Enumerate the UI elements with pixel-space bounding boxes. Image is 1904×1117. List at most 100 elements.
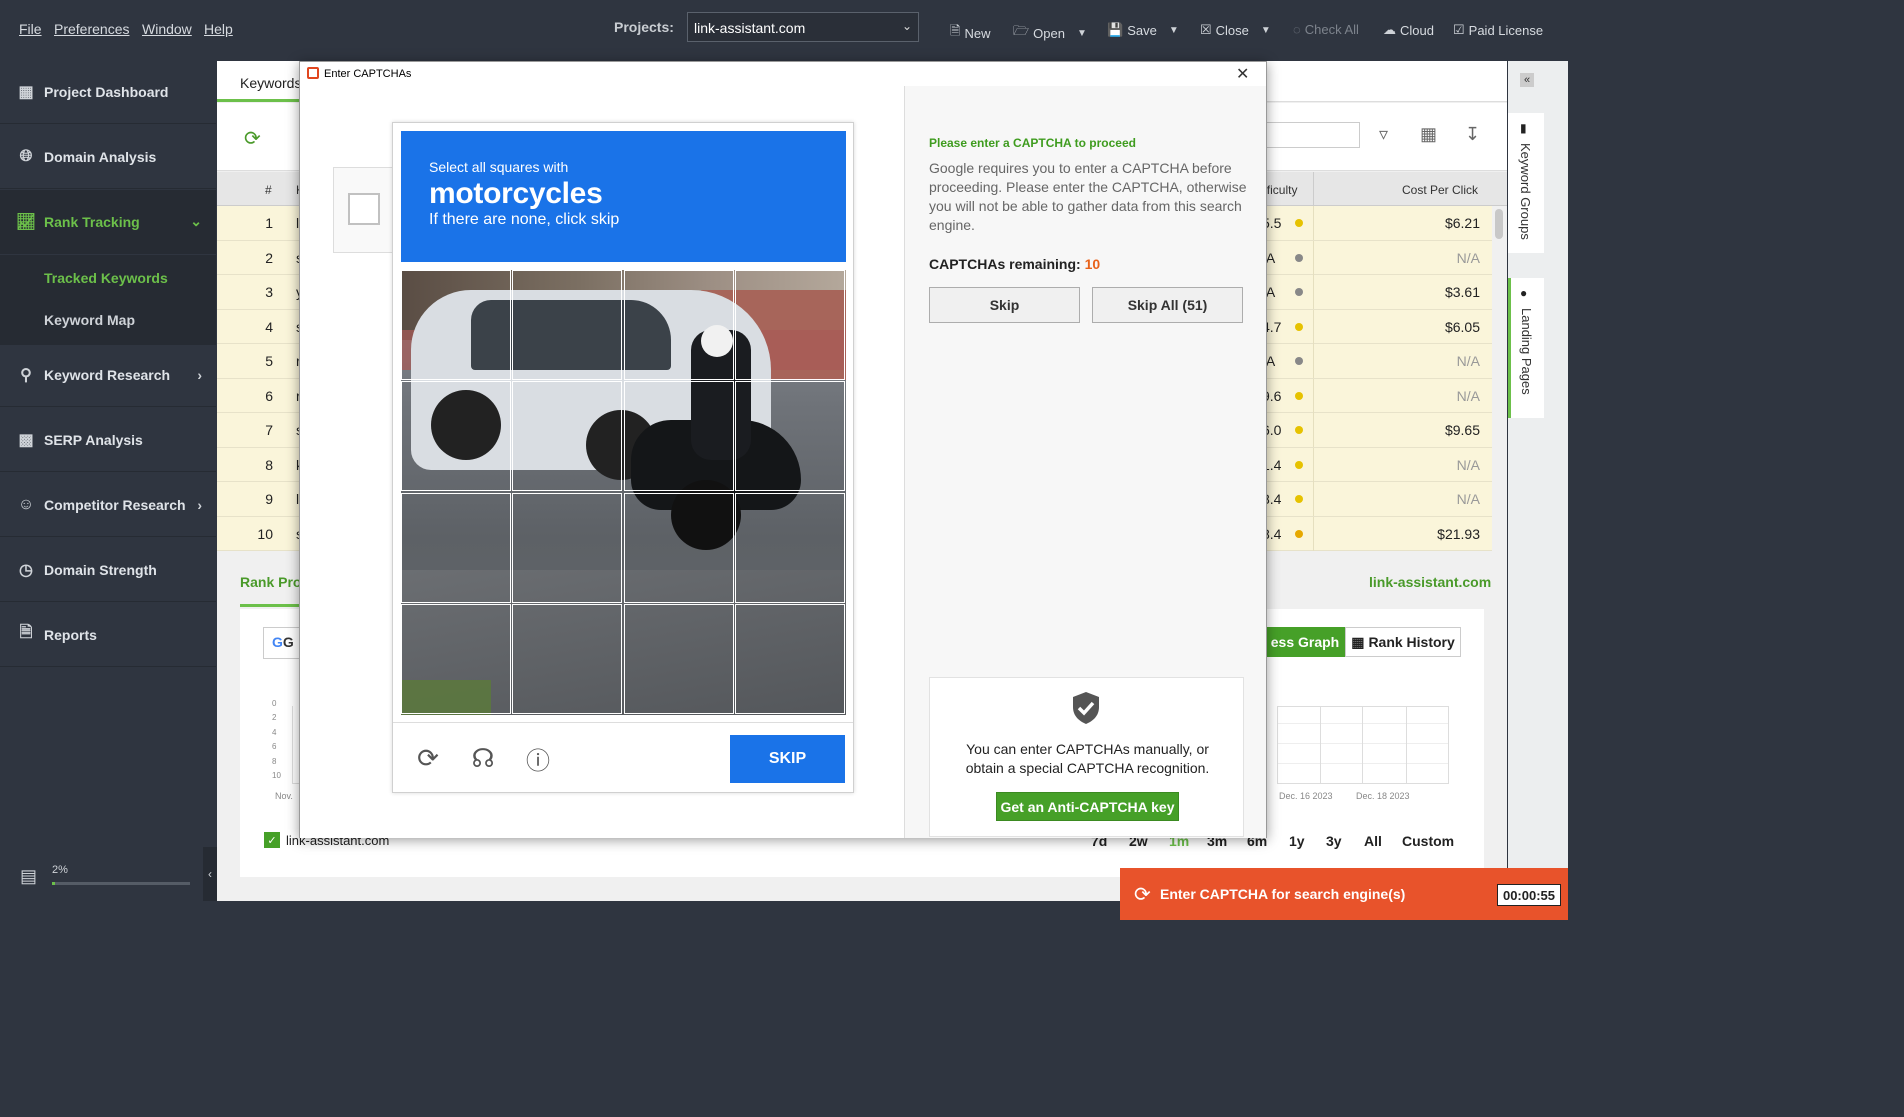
user-icon: ☺ <box>17 495 35 513</box>
close-icon[interactable]: ✕ <box>1236 64 1249 84</box>
sidebar-item-rank-tracking[interactable]: 📈︎ Rank Tracking ⌄ <box>0 190 216 254</box>
range-1y[interactable]: 1y <box>1289 833 1305 849</box>
skip-button[interactable]: Skip <box>929 287 1080 323</box>
difficulty-dot <box>1295 322 1303 331</box>
menu-preferences[interactable]: Preferences <box>54 21 129 37</box>
grid-view-icon[interactable]: ▦ <box>1420 124 1437 145</box>
headphones-icon[interactable]: ☊ <box>468 743 498 773</box>
keyword-groups-tab[interactable]: ▮ Keyword Groups <box>1508 113 1544 253</box>
image-tile[interactable] <box>401 603 511 714</box>
image-tile[interactable] <box>401 270 511 380</box>
domain-link[interactable]: link-assistant.com <box>1369 574 1491 590</box>
rank-history-tab[interactable]: ▦ Rank History <box>1345 627 1461 657</box>
sidebar-item-keyword-map[interactable]: Keyword Map <box>44 312 135 328</box>
cloud-button[interactable]: ☁ Cloud <box>1383 22 1434 38</box>
table-scrollbar[interactable] <box>1495 209 1503 239</box>
sidebar-item-tracked-keywords[interactable]: Tracked Keywords <box>44 270 168 286</box>
range-custom[interactable]: Custom <box>1402 833 1454 849</box>
chevron-down-icon[interactable]: ▼ <box>1261 25 1271 36</box>
remaining-count: 10 <box>1084 256 1101 272</box>
image-tile[interactable] <box>401 492 511 603</box>
cloud-label: Cloud <box>1400 22 1434 38</box>
sidebar-item-project-dashboard[interactable]: ▦ Project Dashboard <box>0 60 216 124</box>
sidebar-item-label: Reports <box>44 626 97 643</box>
skip-label: Skip <box>989 297 1020 313</box>
menu-help[interactable]: Help <box>204 21 233 37</box>
image-tile[interactable] <box>734 270 845 380</box>
rank-progress-title[interactable]: Rank Pro <box>240 574 301 590</box>
dashboard-icon: ▦ <box>18 83 34 101</box>
tab-active-underline <box>217 99 299 102</box>
collapse-right-icon[interactable]: « <box>1520 73 1534 87</box>
range-all[interactable]: All <box>1364 833 1382 849</box>
refresh-icon[interactable]: ⟳ <box>244 126 261 151</box>
download-icon[interactable]: ↧ <box>1465 124 1480 145</box>
image-tile[interactable] <box>512 492 623 603</box>
range-3y[interactable]: 3y <box>1326 833 1342 849</box>
new-button[interactable]: 🗎 New <box>950 22 990 44</box>
sidebar-item-label: Project Dashboard <box>44 83 169 100</box>
close-button[interactable]: ☒ Close ▼ <box>1200 22 1271 38</box>
image-tile[interactable] <box>512 381 623 492</box>
search-engine-select[interactable]: GG <box>263 627 303 659</box>
image-tile[interactable] <box>623 603 734 714</box>
image-tile[interactable] <box>623 270 734 380</box>
chevron-down-icon[interactable]: ▼ <box>1077 28 1087 39</box>
save-icon: 💾 <box>1107 22 1124 37</box>
recaptcha-skip-button[interactable]: SKIP <box>730 735 845 783</box>
image-tile[interactable] <box>734 603 845 714</box>
row-cost-per-click: N/A <box>1456 456 1480 473</box>
menu-file[interactable]: File <box>19 21 42 37</box>
col-cost-per-click[interactable]: Cost Per Click <box>1402 183 1478 197</box>
image-tile[interactable] <box>623 492 734 603</box>
open-button[interactable]: 🗁 Open ▼ <box>1013 22 1087 44</box>
captcha-prompt-title: Please enter a CAPTCHA to proceed <box>929 136 1136 150</box>
filter-icon[interactable]: ▿ <box>1379 124 1388 145</box>
sidebar-item-keyword-research[interactable]: ⚲ Keyword Research › <box>0 343 216 407</box>
captcha-left-pane: Select all squares with motorcycles If t… <box>300 86 904 838</box>
check-all-button[interactable]: ◌ Check All <box>1293 22 1359 37</box>
close-box-icon: ☒ <box>1200 22 1212 37</box>
instruction-target: motorcycles <box>429 177 603 210</box>
sidebar-item-serp-analysis[interactable]: ▩ SERP Analysis <box>0 408 216 472</box>
landing-pages-tab[interactable]: ● Landing Pages <box>1508 278 1544 418</box>
image-tile[interactable] <box>734 381 845 492</box>
image-tile[interactable] <box>401 381 511 492</box>
sidebar-item-competitor-research[interactable]: ☺ Competitor Research › <box>0 473 216 537</box>
menu-window[interactable]: Window <box>142 21 192 37</box>
project-select[interactable]: link-assistant.com ⌄ <box>687 12 919 42</box>
image-tile[interactable] <box>512 603 623 714</box>
chevron-down-icon[interactable]: ▼ <box>1169 25 1179 36</box>
sidebar-item-domain-strength[interactable]: ◷ Domain Strength <box>0 538 216 602</box>
row-cost-per-click: N/A <box>1456 387 1480 404</box>
save-label: Save <box>1127 22 1157 38</box>
sidebar-item-label: Keyword Research <box>44 367 171 383</box>
cloud-icon: ☁ <box>1383 22 1396 37</box>
paid-license-button[interactable]: ☑ Paid License <box>1453 22 1543 38</box>
image-tile[interactable] <box>512 270 623 380</box>
collapse-sidebar-button[interactable]: ‹ <box>203 847 217 901</box>
difficulty-dot <box>1295 357 1303 365</box>
anti-captcha-box: You can enter CAPTCHAs manually, or obta… <box>929 677 1244 837</box>
recaptcha-instructions: Select all squares with motorcycles If t… <box>401 131 846 262</box>
sidebar-item-reports[interactable]: 🗎︎ Reports <box>0 603 216 667</box>
remaining-label: CAPTCHAs remaining: <box>929 256 1081 272</box>
legend-checkbox[interactable]: ✓ <box>264 832 280 848</box>
task-list-icon[interactable]: ▤ <box>20 866 37 887</box>
image-tile[interactable] <box>734 492 845 603</box>
recaptcha-checkbox[interactable] <box>348 193 380 225</box>
paid-license-label: Paid License <box>1468 22 1544 38</box>
captcha-notification[interactable]: ⟳ Enter CAPTCHA for search engine(s) 00:… <box>1120 868 1568 920</box>
image-tile[interactable] <box>623 381 734 492</box>
reload-icon[interactable]: ⟳ <box>413 743 443 773</box>
col-number[interactable]: # <box>265 183 272 197</box>
chevron-right-icon: › <box>197 496 202 513</box>
skip-all-button[interactable]: Skip All (51) <box>1092 287 1243 323</box>
get-anti-captcha-key-button[interactable]: Get an Anti-CAPTCHA key <box>996 792 1179 821</box>
save-button[interactable]: 💾 Save ▼ <box>1107 22 1179 38</box>
tab-keywords[interactable]: Keywords <box>240 75 301 91</box>
progress-graph-tab[interactable]: ess Graph <box>1265 627 1345 657</box>
info-icon[interactable]: ⓘ <box>523 743 553 775</box>
sidebar-item-domain-analysis[interactable]: 🌐︎ Domain Analysis <box>0 125 216 189</box>
graph-plot-right <box>1277 706 1449 784</box>
